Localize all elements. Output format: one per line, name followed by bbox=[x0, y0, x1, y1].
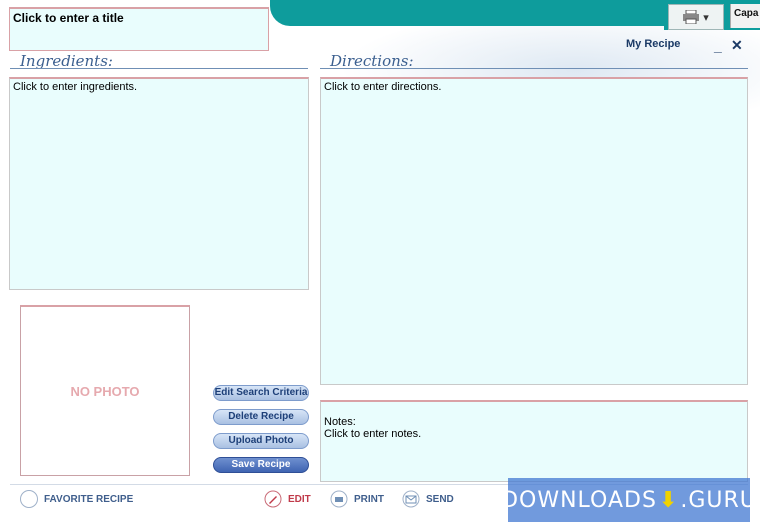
pencil-icon bbox=[264, 490, 282, 508]
brand-title: My Recipe bbox=[626, 38, 681, 50]
delete-recipe-button[interactable]: Delete Recipe bbox=[213, 409, 309, 425]
recipe-window: ▾ Capa Click to enter a title My Recipe … bbox=[0, 0, 760, 532]
notes-label: Notes: bbox=[324, 416, 356, 428]
print-icon bbox=[330, 490, 348, 508]
watermark-right-text: .GURU bbox=[680, 487, 757, 513]
ingredients-field[interactable]: Click to enter ingredients. bbox=[9, 77, 309, 290]
edit-label: EDIT bbox=[288, 493, 311, 505]
photo-frame[interactable]: NO PHOTO bbox=[20, 305, 190, 476]
downloads-guru-watermark: DOWNLOADS ⬇ .GURU bbox=[501, 478, 756, 522]
favorite-label: FAVORITE RECIPE bbox=[44, 493, 134, 505]
edit-button[interactable]: EDIT bbox=[264, 490, 311, 508]
favorite-checkbox-icon bbox=[20, 490, 38, 508]
recipe-title-field[interactable]: Click to enter a title bbox=[9, 7, 269, 51]
ingredients-divider bbox=[10, 68, 308, 69]
printer-icon bbox=[683, 10, 700, 24]
chevron-down-icon: ▾ bbox=[703, 11, 709, 24]
edit-search-criteria-button[interactable]: Edit Search Criteria bbox=[213, 385, 309, 401]
printer-button[interactable]: ▾ bbox=[668, 4, 724, 30]
close-button[interactable]: ✕ bbox=[731, 37, 743, 54]
print-label: PRINT bbox=[354, 493, 384, 505]
favorite-recipe-toggle[interactable]: FAVORITE RECIPE bbox=[20, 490, 133, 508]
send-button[interactable]: SEND bbox=[402, 490, 454, 508]
window-tab-notch bbox=[270, 0, 665, 26]
directions-divider bbox=[320, 68, 748, 69]
save-recipe-button[interactable]: Save Recipe bbox=[213, 457, 309, 473]
download-arrow-icon: ⬇ bbox=[658, 487, 679, 513]
watermark-left-text: DOWNLOADS bbox=[501, 487, 657, 513]
upload-photo-button[interactable]: Upload Photo bbox=[213, 433, 309, 449]
envelope-icon bbox=[402, 490, 420, 508]
print-button[interactable]: PRINT bbox=[330, 490, 384, 508]
minimize-button[interactable]: _ bbox=[714, 38, 722, 54]
notes-field[interactable]: Notes: Click to enter notes. bbox=[320, 400, 748, 482]
send-label: SEND bbox=[426, 493, 454, 505]
no-photo-text: NO PHOTO bbox=[70, 383, 140, 399]
notes-placeholder: Click to enter notes. bbox=[324, 428, 422, 440]
capa-label: Capa bbox=[730, 4, 760, 28]
directions-field[interactable]: Click to enter directions. bbox=[320, 77, 748, 385]
